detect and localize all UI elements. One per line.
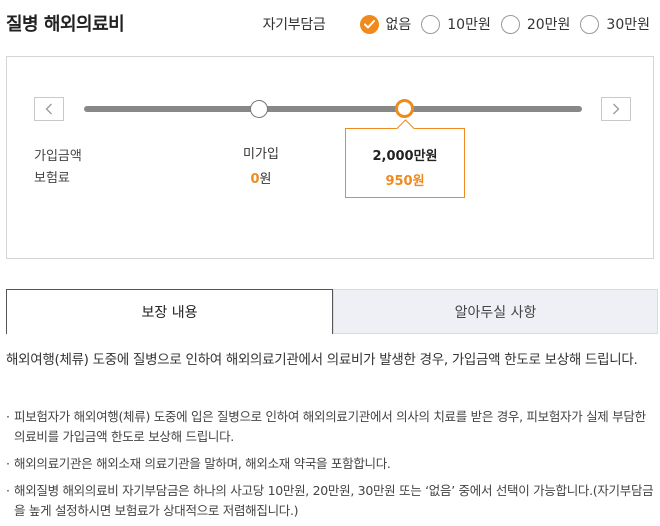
list-item-text: 해외질병 해외의료비 자기부담금은 하나의 사고당 10만원, 20만원, 30… <box>14 483 654 518</box>
page-title: 질병 해외의료비 <box>6 14 125 35</box>
bullet-marker: · <box>6 409 10 424</box>
chevron-right-icon <box>613 103 620 115</box>
premium-row-label: 보험료 <box>34 171 70 186</box>
prev-amount-button[interactable] <box>34 97 64 121</box>
amount-slider-track[interactable] <box>84 106 582 112</box>
tab-coverage[interactable]: 보장 내용 <box>6 289 333 334</box>
plan-unsubscribed[interactable]: 미가입 0원 <box>221 143 301 187</box>
deductible-option-none[interactable]: 없음 <box>359 14 412 34</box>
radio-icon <box>500 14 520 34</box>
plan-amount: 미가입 <box>243 147 279 162</box>
deductible-selector: 자기부담금 없음 10만원 20만원 30만원 <box>263 14 650 34</box>
coverage-amount-panel: 가입금액 보험료 미가입 0원 2,000만원 950원 <box>6 56 654 259</box>
deductible-option-20[interactable]: 20만원 <box>500 14 571 34</box>
tab-notice[interactable]: 알아두실 사항 <box>333 289 658 334</box>
plan-premium: 950원 <box>385 174 425 189</box>
plan-premium-value: 0 <box>250 172 260 187</box>
amount-row-label: 가입금액 <box>34 149 82 164</box>
deductible-option-label: 20만원 <box>526 17 571 33</box>
deductible-option-label: 없음 <box>385 17 412 33</box>
list-item: · 피보험자가 해외여행(체류) 도중에 입은 질병으로 인하여 해외의료기관에서… <box>6 407 656 447</box>
chevron-left-icon <box>45 103 52 115</box>
deductible-option-30[interactable]: 30만원 <box>580 14 650 34</box>
plan-premium-unit: 원 <box>259 172 272 187</box>
coverage-description: 해외여행(체류) 도중에 질병으로 인하여 해외의료기관에서 의료비가 발생한 … <box>6 352 638 368</box>
deductible-option-10[interactable]: 10만원 <box>421 14 491 34</box>
list-item-text: 해외의료기관은 해외소재 의료기관을 말하며, 해외소재 약국을 포함합니다. <box>14 456 391 471</box>
list-item: · 해외의료기관은 해외소재 의료기관을 말하며, 해외소재 약국을 포함합니다. <box>6 454 656 474</box>
coverage-notes: · 피보험자가 해외여행(체류) 도중에 입은 질병으로 인하여 해외의료기관에서… <box>6 407 656 526</box>
list-item-text: 피보험자가 해외여행(체류) 도중에 입은 질병으로 인하여 해외의료기관에서 … <box>14 409 646 444</box>
slider-knob-unsubscribed[interactable] <box>250 100 268 118</box>
bullet-marker: · <box>6 483 10 498</box>
slider-knob-selected[interactable] <box>395 99 414 118</box>
list-item: · 해외질병 해외의료비 자기부담금은 하나의 사고당 10만원, 20만원, 3… <box>6 481 656 521</box>
check-icon <box>359 14 379 34</box>
deductible-option-label: 30만원 <box>606 17 650 33</box>
deductible-option-label: 10만원 <box>447 17 491 33</box>
tab-bar: 보장 내용 알아두실 사항 <box>6 289 658 334</box>
plan-premium: 0원 <box>221 168 301 187</box>
bullet-marker: · <box>6 456 10 471</box>
plan-selected[interactable]: 2,000만원 950원 <box>345 128 465 198</box>
deductible-label: 자기부담금 <box>262 17 326 33</box>
radio-icon <box>421 14 441 34</box>
radio-icon <box>580 14 600 34</box>
next-amount-button[interactable] <box>601 97 631 121</box>
plan-amount: 2,000만원 <box>372 149 438 164</box>
